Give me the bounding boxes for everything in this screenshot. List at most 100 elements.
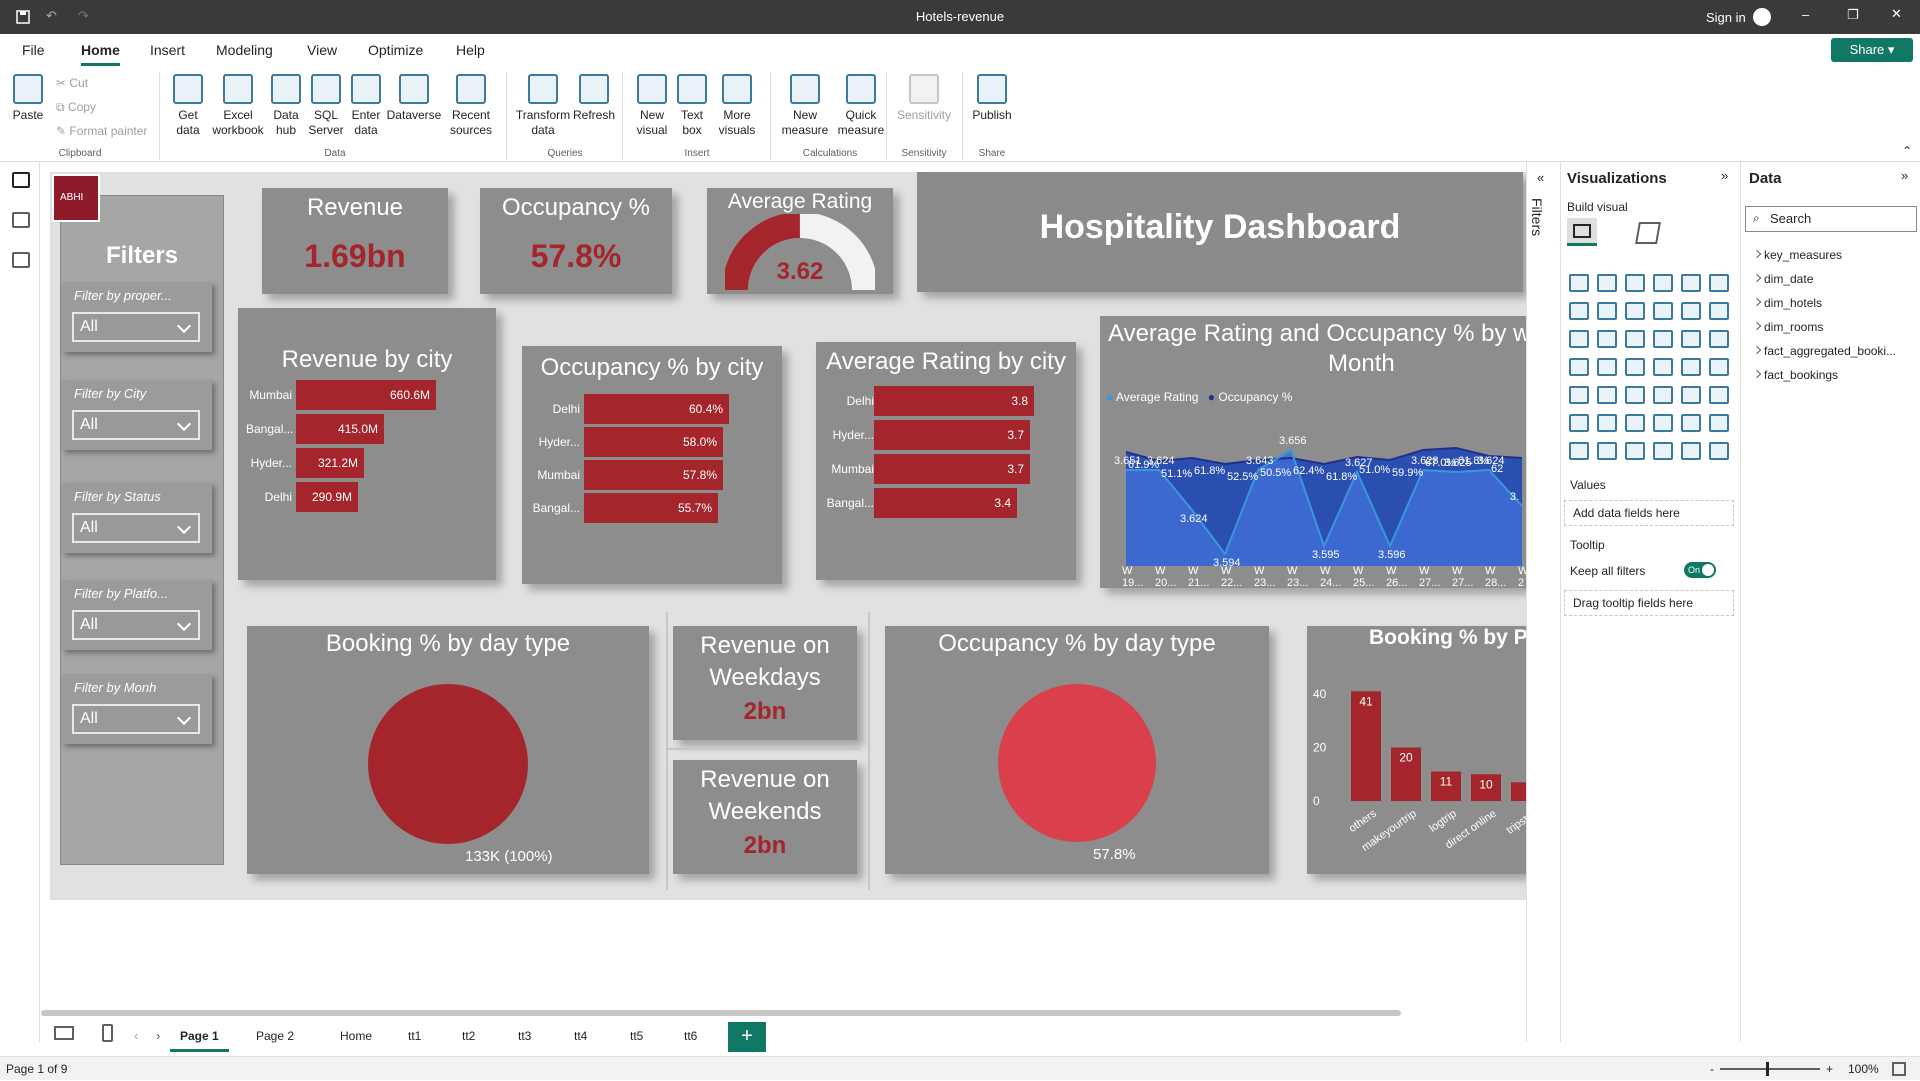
visual-type-icon[interactable] <box>1653 330 1673 348</box>
undo-icon[interactable]: ↶ <box>46 8 57 24</box>
visual-type-icon[interactable] <box>1681 330 1701 348</box>
visual-type-icon[interactable] <box>1625 274 1645 292</box>
bar[interactable]: 3.4 <box>874 488 1017 518</box>
visual-type-icon[interactable] <box>1597 442 1617 460</box>
visual-type-icon[interactable] <box>1653 442 1673 460</box>
table-dim-rooms[interactable]: dim_rooms <box>1764 320 1823 334</box>
bar[interactable]: 57.8% <box>584 460 723 490</box>
table-view-icon[interactable] <box>12 212 30 228</box>
visual-type-icon[interactable] <box>1709 414 1729 432</box>
visual-type-icon[interactable] <box>1569 330 1589 348</box>
visual-type-icon[interactable] <box>1681 302 1701 320</box>
menu-view[interactable]: View <box>307 42 337 58</box>
revenue-weekdays-card[interactable]: Revenue on Weekdays 2bn <box>673 626 857 740</box>
bar[interactable]: 321.2M <box>296 448 364 478</box>
visual-type-icon[interactable] <box>1681 386 1701 404</box>
visual-type-icon[interactable] <box>1709 386 1729 404</box>
visual-type-icon[interactable] <box>1709 274 1729 292</box>
menu-file[interactable]: File <box>22 42 45 58</box>
visual-type-icon[interactable] <box>1569 274 1589 292</box>
page-tab[interactable]: Page 1 <box>170 1020 229 1052</box>
revenue-by-city-chart[interactable]: Revenue by city Mumbai 660.6M Bangal... 415… <box>238 308 496 580</box>
fit-page-icon[interactable] <box>1892 1062 1906 1076</box>
visual-type-icon[interactable] <box>1653 358 1673 376</box>
excel-button[interactable]: Excel workbook <box>210 74 266 138</box>
signin-link[interactable]: Sign in <box>1706 10 1746 25</box>
minimize-icon[interactable]: – <box>1802 7 1809 22</box>
desktop-view-icon[interactable] <box>54 1026 74 1040</box>
visual-type-icon[interactable] <box>1625 330 1645 348</box>
bar[interactable]: 3.8 <box>874 386 1034 416</box>
get-data-button[interactable]: Get data <box>168 74 208 138</box>
filter-dropdown[interactable]: All <box>72 410 200 440</box>
visual-type-icon[interactable] <box>1597 274 1617 292</box>
menu-home[interactable]: Home <box>81 42 120 66</box>
mobile-view-icon[interactable] <box>102 1024 113 1042</box>
bar[interactable]: 415.0M <box>296 414 384 444</box>
visual-type-icon[interactable] <box>1625 386 1645 404</box>
page-tab[interactable]: tt5 <box>620 1020 653 1052</box>
quick-measure-button[interactable]: Quick measure <box>834 74 888 138</box>
format-painter-button[interactable]: ✎ Format painter <box>56 124 147 138</box>
build-visual-tab[interactable] <box>1567 218 1597 246</box>
filter-dropdown[interactable]: All <box>72 513 200 543</box>
visual-type-icon[interactable] <box>1709 330 1729 348</box>
visual-type-icon[interactable] <box>1569 386 1589 404</box>
platform-bar[interactable] <box>1511 782 1526 801</box>
visual-type-icon[interactable] <box>1709 442 1729 460</box>
table-key-measures[interactable]: key_measures <box>1764 248 1842 262</box>
share-button[interactable]: Share ▾ <box>1831 38 1913 62</box>
bar[interactable]: 60.4% <box>584 394 729 424</box>
visual-type-icon[interactable] <box>1597 302 1617 320</box>
tooltip-well[interactable]: Drag tooltip fields here <box>1564 590 1734 616</box>
filter-dropdown[interactable]: All <box>72 312 200 342</box>
bar[interactable]: 3.7 <box>874 420 1030 450</box>
bar[interactable]: 660.6M <box>296 380 436 410</box>
occupancy-card[interactable]: Occupancy % 57.8% <box>480 188 672 294</box>
menu-help[interactable]: Help <box>456 42 485 58</box>
visual-type-icon[interactable] <box>1653 414 1673 432</box>
filter-dropdown[interactable]: All <box>72 610 200 640</box>
visual-type-icon[interactable] <box>1625 442 1645 460</box>
visual-type-icon[interactable] <box>1625 358 1645 376</box>
bar[interactable]: 58.0% <box>584 427 723 457</box>
visual-type-icon[interactable] <box>1681 414 1701 432</box>
new-visual-button[interactable]: New visual <box>630 74 674 138</box>
page-tab[interactable]: tt4 <box>564 1020 597 1052</box>
bar[interactable]: 55.7% <box>584 493 718 523</box>
page-tab[interactable]: tt3 <box>508 1020 541 1052</box>
data-hub-button[interactable]: Data hub <box>268 74 304 138</box>
visual-type-icon[interactable] <box>1569 302 1589 320</box>
zoom-thumb[interactable] <box>1766 1062 1769 1076</box>
visual-type-icon[interactable] <box>1653 274 1673 292</box>
rating-occupancy-week-chart[interactable]: Average Rating and Occupancy % by we Mon… <box>1100 316 1526 588</box>
bar[interactable]: 3.7 <box>874 454 1030 484</box>
rating-by-city-chart[interactable]: Average Rating by city Delhi 3.8 Hyder... 3… <box>816 342 1076 580</box>
table-fact-aggregated[interactable]: fact_aggregated_booki... <box>1764 344 1896 358</box>
close-icon[interactable]: ✕ <box>1891 6 1902 22</box>
page-tab[interactable]: tt2 <box>452 1020 485 1052</box>
data-search-input[interactable]: Search <box>1745 206 1917 232</box>
report-view-icon[interactable] <box>12 172 30 188</box>
table-fact-bookings[interactable]: fact_bookings <box>1764 368 1838 382</box>
menu-insert[interactable]: Insert <box>150 42 185 58</box>
transform-data-button[interactable]: Transform data <box>514 74 572 138</box>
visual-type-icon[interactable] <box>1653 386 1673 404</box>
zoom-out-icon[interactable]: - <box>1710 1057 1714 1081</box>
visual-type-icon[interactable] <box>1569 358 1589 376</box>
visual-type-icon[interactable] <box>1681 358 1701 376</box>
restore-icon[interactable]: ❐ <box>1847 7 1859 23</box>
zoom-in-icon[interactable]: + <box>1826 1057 1833 1081</box>
new-measure-button[interactable]: New measure <box>778 74 832 138</box>
visual-type-icon[interactable] <box>1709 358 1729 376</box>
page-tab[interactable]: tt6 <box>674 1020 707 1052</box>
zoom-slider[interactable] <box>1720 1068 1820 1070</box>
visual-type-icon[interactable] <box>1625 302 1645 320</box>
booking-by-platform-chart[interactable]: Booking % by Pl 40 20 0 41 others 20 makeyourt… <box>1307 626 1526 874</box>
publish-button[interactable]: Publish <box>970 74 1014 123</box>
expand-filters-icon[interactable]: « <box>1537 170 1544 185</box>
revenue-weekends-card[interactable]: Revenue on Weekends 2bn <box>673 760 857 874</box>
average-rating-gauge[interactable]: Average Rating 3.62 <box>707 188 893 294</box>
visual-type-icon[interactable] <box>1597 386 1617 404</box>
visual-type-icon[interactable] <box>1709 302 1729 320</box>
